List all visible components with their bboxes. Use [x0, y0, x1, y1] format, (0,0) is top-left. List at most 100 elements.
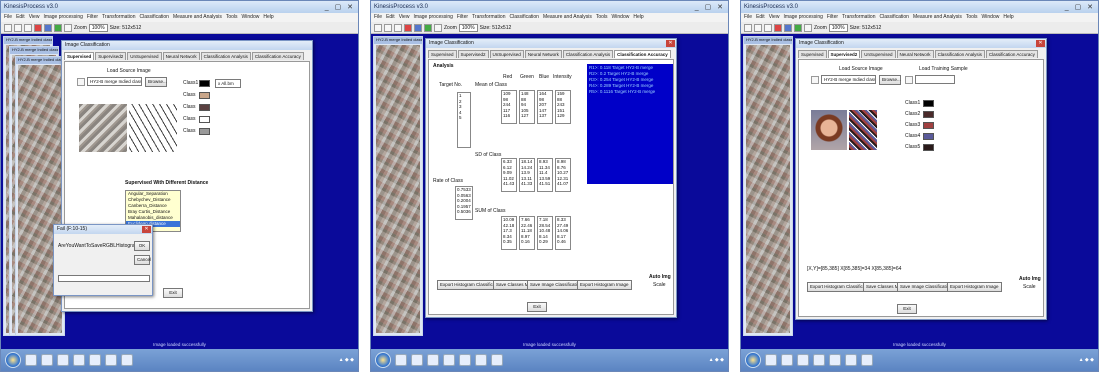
tab-classification-accuracy[interactable]: Classification Accuracy: [614, 50, 671, 58]
taskbar-app-icon[interactable]: [813, 354, 825, 366]
tab-classification-analysis[interactable]: Classification Analysis: [934, 50, 985, 58]
exit-button[interactable]: Exit: [527, 302, 547, 312]
tool-icon[interactable]: [64, 23, 72, 32]
tab-supervised2[interactable]: Supervised2: [827, 50, 861, 58]
tool-icon[interactable]: [54, 23, 62, 32]
taskbar-app-icon[interactable]: [475, 354, 487, 366]
menu-measure[interactable]: Measure and Analysis: [173, 14, 222, 21]
system-tray[interactable]: ▲ ◆ ◆: [1079, 357, 1094, 363]
class-color-swatch[interactable]: [199, 128, 210, 135]
tab-unsupervised[interactable]: UnSupervised: [861, 50, 896, 58]
browse-button[interactable]: Browse...: [145, 77, 167, 87]
taskbar-app-icon[interactable]: [491, 354, 503, 366]
close-icon[interactable]: [34, 23, 42, 32]
taskbar-app-icon[interactable]: [89, 354, 101, 366]
tab-supervised[interactable]: Supervised: [428, 50, 457, 58]
zoom-select[interactable]: 100%: [828, 23, 848, 32]
menu-help[interactable]: Help: [633, 14, 643, 21]
tool-icon[interactable]: [414, 23, 422, 32]
new-icon[interactable]: [4, 23, 12, 32]
class-color-swatch[interactable]: [923, 122, 934, 129]
folder-icon[interactable]: [811, 76, 819, 84]
auto-scale-label[interactable]: Scale: [653, 282, 666, 288]
menu-classification[interactable]: Classification: [139, 14, 168, 21]
export-histogram-image-button[interactable]: Export Histogram Image: [947, 282, 1002, 292]
class-color-swatch[interactable]: [923, 133, 934, 140]
menu-help[interactable]: Help: [1003, 14, 1013, 21]
menu-filter[interactable]: Filter: [827, 14, 838, 21]
menu-window[interactable]: Window: [612, 14, 630, 21]
menu-tools[interactable]: Tools: [966, 14, 978, 21]
system-tray[interactable]: ▲ ◆ ◆: [339, 357, 354, 363]
menu-view[interactable]: View: [399, 14, 410, 21]
tool-icon[interactable]: [44, 23, 52, 32]
taskbar-app-icon[interactable]: [781, 354, 793, 366]
tab-supervised2[interactable]: Supervised2: [95, 52, 127, 60]
window-controls[interactable]: _ ▢ ✕: [695, 3, 725, 11]
taskbar-app-icon[interactable]: [73, 354, 85, 366]
image-window[interactable]: HY2-B merge Indied class All.bm: [373, 36, 423, 336]
save-icon[interactable]: [394, 23, 402, 32]
menu-edit[interactable]: Edit: [16, 14, 25, 21]
browse-button[interactable]: Browse...: [879, 75, 901, 85]
class-color-swatch[interactable]: [923, 100, 934, 107]
source-path-field[interactable]: HY2-B merge Indied class All.bm: [87, 77, 142, 86]
menu-view[interactable]: View: [769, 14, 780, 21]
tab-supervised[interactable]: Supervised: [798, 50, 827, 58]
menu-filter[interactable]: Filter: [457, 14, 468, 21]
target-list[interactable]: 12345: [457, 92, 471, 148]
close-icon[interactable]: ✕: [1036, 40, 1045, 47]
tab-supervised[interactable]: Supervised: [64, 52, 95, 60]
tab-classification-analysis[interactable]: Classification Analysis: [562, 50, 614, 58]
close-icon[interactable]: [404, 23, 412, 32]
menu-view[interactable]: View: [29, 14, 40, 21]
taskbar-app-icon[interactable]: [57, 354, 69, 366]
menu-window[interactable]: Window: [242, 14, 260, 21]
class-color-swatch[interactable]: [199, 116, 210, 123]
tab-neural-network[interactable]: Neural Network: [896, 50, 934, 58]
system-tray[interactable]: ▲ ◆ ◆: [709, 357, 724, 363]
source-path-field[interactable]: HY2-B merge Indied class All.bm: [821, 75, 876, 84]
tool-icon[interactable]: [804, 23, 812, 32]
close-icon[interactable]: [774, 23, 782, 32]
new-icon[interactable]: [744, 23, 752, 32]
menu-tools[interactable]: Tools: [226, 14, 238, 21]
close-icon[interactable]: ✕: [142, 226, 151, 233]
class-color-swatch[interactable]: [199, 104, 210, 111]
start-icon[interactable]: [375, 352, 391, 368]
open-icon[interactable]: [14, 23, 22, 32]
taskbar-app-icon[interactable]: [41, 354, 53, 366]
tab-neural-network[interactable]: Neural Network: [524, 50, 562, 58]
target-field[interactable]: x All.bm: [215, 79, 241, 88]
menu-measure[interactable]: Measure and Analysis: [543, 14, 592, 21]
tool-icon[interactable]: [434, 23, 442, 32]
save-icon[interactable]: [764, 23, 772, 32]
taskbar-app-icon[interactable]: [105, 354, 117, 366]
taskbar-app-icon[interactable]: [427, 354, 439, 366]
tab-classification-accuracy[interactable]: Classification Accuracy: [251, 52, 304, 60]
start-icon[interactable]: [5, 352, 21, 368]
taskbar-app-icon[interactable]: [25, 354, 37, 366]
close-icon[interactable]: ✕: [666, 40, 675, 47]
taskbar-app-icon[interactable]: [797, 354, 809, 366]
tool-icon[interactable]: [424, 23, 432, 32]
window-controls[interactable]: _ ▢ ✕: [1065, 3, 1095, 11]
menu-transformation[interactable]: Transformation: [472, 14, 505, 21]
new-icon[interactable]: [374, 23, 382, 32]
menu-transformation[interactable]: Transformation: [102, 14, 135, 21]
training-path-field[interactable]: [915, 75, 955, 84]
folder-icon[interactable]: [77, 78, 85, 86]
save-icon[interactable]: [24, 23, 32, 32]
menu-file[interactable]: File: [374, 14, 382, 21]
tab-classification-analysis[interactable]: Classification Analysis: [200, 52, 251, 60]
taskbar-app-icon[interactable]: [395, 354, 407, 366]
tab-neural-network[interactable]: Neural Network: [162, 52, 200, 60]
menu-edit[interactable]: Edit: [386, 14, 395, 21]
class-color-swatch[interactable]: [923, 111, 934, 118]
exit-button[interactable]: Exit: [163, 288, 183, 298]
menu-classification[interactable]: Classification: [509, 14, 538, 21]
image-window[interactable]: HY2-B merge Indied class All.bm: [743, 36, 793, 336]
menu-measure[interactable]: Measure and Analysis: [913, 14, 962, 21]
menu-classification[interactable]: Classification: [879, 14, 908, 21]
class-color-swatch[interactable]: [923, 144, 934, 151]
